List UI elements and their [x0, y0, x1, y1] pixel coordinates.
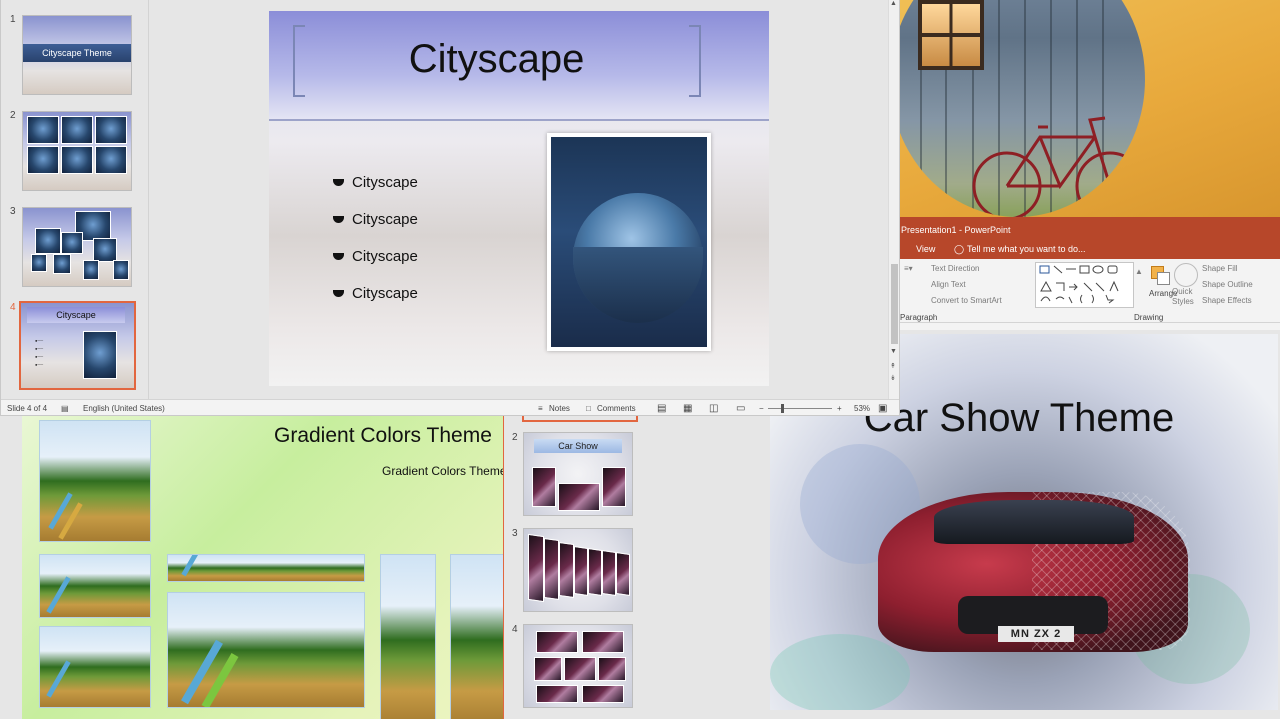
tell-me-search[interactable]: Tell me what you want to do...	[967, 241, 1086, 258]
thumbnail-caption: Car Show	[534, 439, 622, 453]
gallery-scroll[interactable]: ▲	[1135, 267, 1143, 276]
thumbnail-slide-1[interactable]: Cityscape Theme	[22, 15, 132, 95]
slide-count: Slide 4 of 4	[7, 404, 48, 413]
arrange-icon	[1149, 264, 1171, 285]
zoom-out-icon[interactable]: −	[759, 400, 764, 415]
ribbon-tabs: View ◯ Tell me what you want to do...	[898, 241, 1280, 259]
slide-thumbnail-pane: 1 Cityscape Theme 2 3 4 Cityscape ●── ●─…	[1, 0, 149, 399]
slide-title: Gradient Colors Theme	[274, 424, 492, 447]
reading-view-icon[interactable]: ◫	[709, 400, 718, 415]
tab-view[interactable]: View	[916, 241, 935, 258]
thumbnail-number: 3	[512, 528, 518, 539]
thumbnail-number: 2	[512, 432, 518, 443]
thumbnail-slide-2[interactable]: Car Show	[523, 432, 633, 516]
slide-sorter-icon[interactable]: ▦	[683, 400, 692, 415]
next-slide-icon[interactable]: ↡	[890, 374, 896, 382]
bicycle-slide-photo	[898, 0, 1280, 217]
slide-title[interactable]: Cityscape	[269, 37, 724, 82]
gradient-slide: Gradient Colors Theme Gradient Colors Th…	[22, 416, 503, 719]
zoom-slider-thumb[interactable]	[781, 404, 784, 413]
bicycle-icon	[972, 116, 1145, 217]
gradient-colors-window: Gradient Colors Theme Gradient Colors Th…	[0, 416, 503, 719]
zoom-level[interactable]: 53%	[854, 400, 870, 415]
scroll-down-icon[interactable]: ▼	[890, 348, 897, 355]
globe-city-photo[interactable]	[547, 133, 711, 351]
circle-photo-frame	[898, 0, 1145, 217]
drawing-group-label: Drawing	[1134, 313, 1164, 322]
bullet-item[interactable]: Cityscape	[333, 174, 418, 191]
car-show-thumbnail-pane: 2 Car Show 3 4	[503, 416, 649, 719]
quick-styles-button[interactable]: Quick	[1172, 287, 1192, 296]
paragraph-group-label: Paragraph	[900, 313, 938, 322]
fit-slide-icon[interactable]: ▣	[878, 400, 887, 415]
shape-outline-button[interactable]: Shape Outline	[1202, 280, 1253, 289]
zoom-in-icon[interactable]: +	[837, 400, 842, 415]
slide-photo	[167, 592, 365, 708]
scrollbar-thumb[interactable]	[891, 264, 898, 344]
thumbnail-slide-4-selected[interactable]: Cityscape ●── ●── ●── ●──	[19, 301, 136, 390]
thumbnail-number: 4	[10, 302, 16, 313]
spelling-icon[interactable]: ▤	[61, 400, 69, 415]
comments-icon: □	[586, 404, 591, 413]
status-bar: Slide 4 of 4 ▤ English (United States) ≡…	[1, 399, 899, 415]
thumbnail-number: 2	[10, 110, 16, 121]
paragraph-icons[interactable]: ≡▾	[904, 264, 913, 273]
previous-slide-icon[interactable]: ↟	[890, 362, 896, 370]
thumbnail-number: 1	[10, 14, 16, 25]
thumbnail-caption: Cityscape	[27, 307, 125, 323]
powerpoint-main-window: 1 Cityscape Theme 2 3 4 Cityscape ●── ●─…	[0, 0, 900, 416]
slide-photo	[380, 554, 436, 719]
selected-thumbnail-edge[interactable]	[522, 416, 638, 422]
align-text-button[interactable]: Align Text	[931, 280, 966, 289]
thumbnail-slide-3[interactable]	[22, 207, 132, 287]
slide-photo	[39, 420, 151, 542]
license-plate: MN ZX 2	[998, 626, 1074, 642]
bullet-item[interactable]: Cityscape	[333, 285, 418, 302]
bullet-item[interactable]: Cityscape	[333, 248, 418, 265]
thumbnail-slide-3[interactable]	[523, 528, 633, 612]
thumbnail-caption: Cityscape Theme	[23, 44, 131, 62]
slide-subtitle: Gradient Colors Theme	[382, 464, 503, 478]
thumbnail-number: 3	[10, 206, 16, 217]
convert-smartart-button[interactable]: Convert to SmartArt	[931, 296, 1002, 305]
notes-button[interactable]: Notes	[549, 400, 570, 415]
slide-photo	[39, 626, 151, 708]
window-title: Presentation1 - PowerPoint	[898, 217, 1280, 241]
thumbnail-slide-2[interactable]	[22, 111, 132, 191]
slideshow-icon[interactable]: ▭	[736, 400, 745, 415]
normal-view-icon[interactable]: ▤	[657, 400, 666, 415]
zoom-slider[interactable]	[768, 408, 832, 409]
thumbnail-slide-4[interactable]	[523, 624, 633, 708]
quick-styles-icon	[1174, 263, 1198, 287]
shape-effects-button[interactable]: Shape Effects	[1202, 296, 1252, 305]
comments-button[interactable]: Comments	[597, 400, 636, 415]
quick-styles-button-line2: Styles	[1172, 297, 1194, 306]
shapes-icon	[1039, 265, 1119, 304]
current-slide[interactable]: Cityscape Cityscape Cityscape Cityscape …	[269, 11, 769, 386]
language-indicator[interactable]: English (United States)	[83, 400, 165, 415]
background-window-powerpoint: Presentation1 - PowerPoint View ◯ Tell m…	[898, 0, 1280, 330]
scroll-up-icon[interactable]: ▲	[890, 0, 899, 7]
text-direction-button[interactable]: Text Direction	[931, 264, 979, 273]
notes-icon: ≡	[538, 404, 543, 413]
slide-photo	[167, 554, 365, 582]
shapes-gallery[interactable]	[1035, 262, 1134, 308]
slide-photo	[39, 554, 151, 618]
lightbulb-icon: ◯	[954, 244, 965, 254]
shape-fill-button[interactable]: Shape Fill	[1202, 264, 1238, 273]
slide-photo	[450, 554, 503, 719]
ribbon: ≡▾ Text Direction Align Text Convert to …	[898, 259, 1280, 323]
bullet-item[interactable]: Cityscape	[333, 211, 418, 228]
vertical-scrollbar[interactable]: ▲ ▼ ↟ ↡	[888, 0, 899, 399]
thumbnail-number: 4	[512, 624, 518, 635]
slide-title-band: Cityscape	[269, 11, 769, 121]
